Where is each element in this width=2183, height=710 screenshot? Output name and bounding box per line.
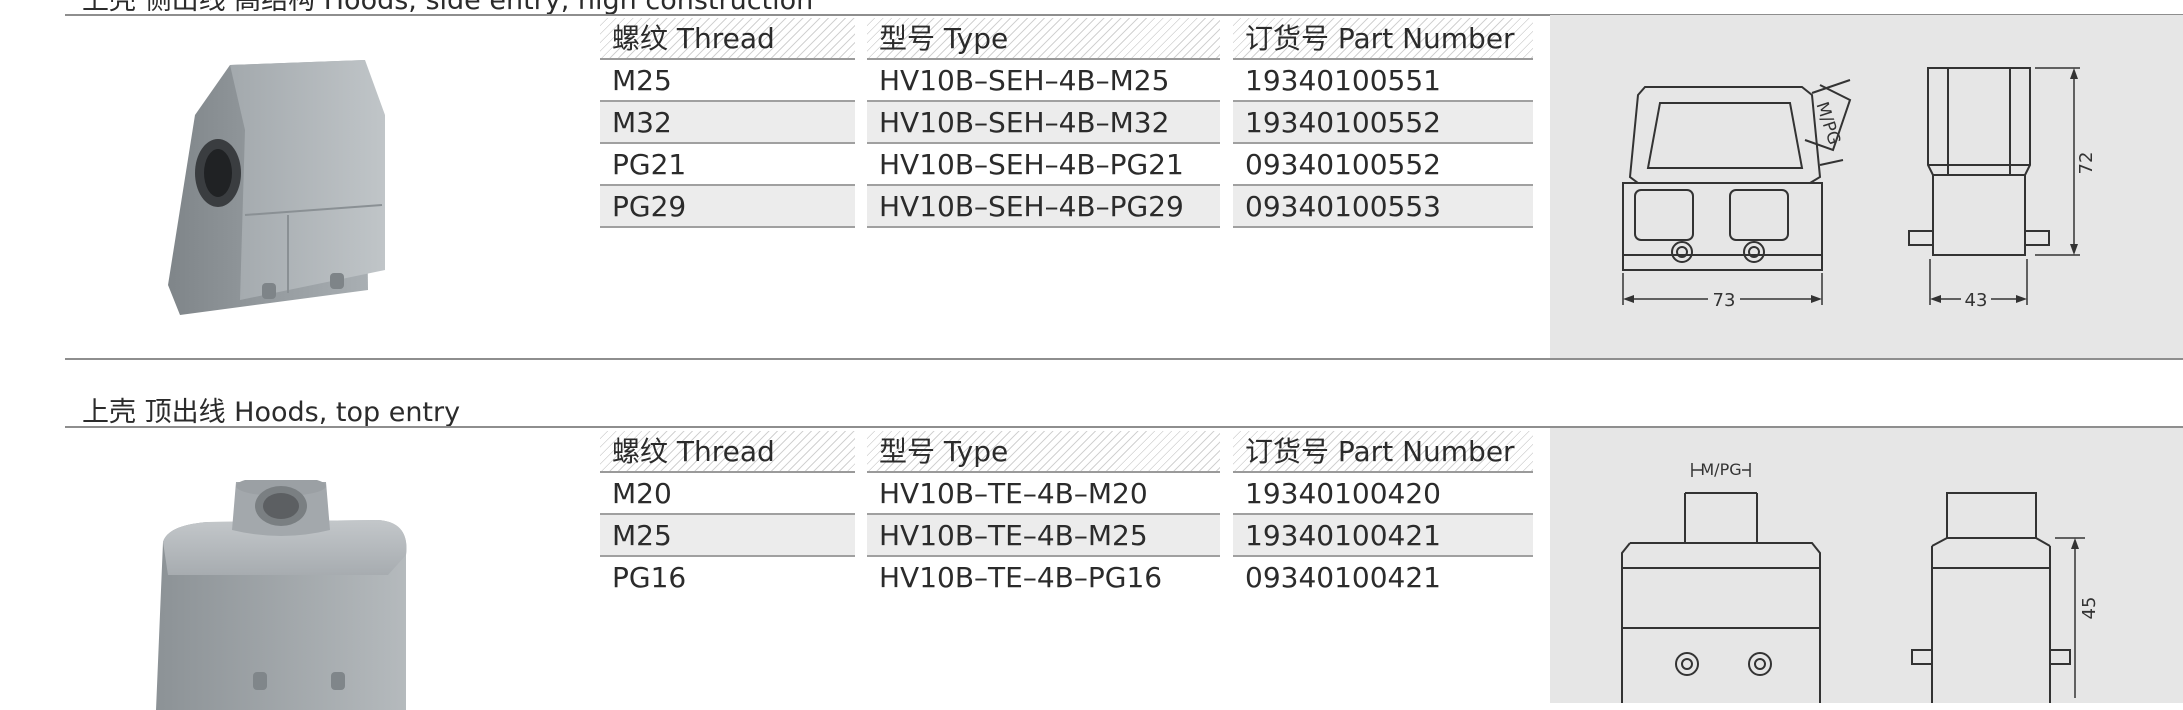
header-thread: 螺纹 Thread <box>600 431 855 473</box>
table-row-type: HV10B–SEH–4B–PG21 <box>867 144 1220 186</box>
table-row-thread: PG21 <box>600 144 855 186</box>
dimension-drawing: M/PG 45 <box>1621 460 2100 703</box>
table-row-part: 09340100553 <box>1233 186 1533 228</box>
dim-height: 45 <box>2079 597 2100 620</box>
table-row-part: 19340100421 <box>1233 515 1533 557</box>
header-type: 型号 Type <box>867 431 1220 473</box>
table-row-type: HV10B–TE–4B–M20 <box>867 473 1220 515</box>
table-row-part: 19340100420 <box>1233 473 1533 515</box>
top-entry-hood-photo <box>156 480 407 710</box>
dim-height: 72 <box>2076 152 2097 175</box>
table-row-thread: M20 <box>600 473 855 515</box>
table-row-part: 19340100552 <box>1233 102 1533 144</box>
table-row-type: HV10B–TE–4B–M25 <box>867 515 1220 557</box>
header-type: 型号 Type <box>867 18 1220 60</box>
header-thread: 螺纹 Thread <box>600 18 855 60</box>
section-divider <box>65 358 2183 360</box>
table-row-part: 09340100421 <box>1245 561 1441 594</box>
side-entry-hood-photo <box>168 60 385 315</box>
table-row-part: 19340100551 <box>1233 60 1533 102</box>
technical-drawing-side-entry: 73 43 72 M/PG <box>1550 15 2183 358</box>
header-part-number: 订货号 Part Number <box>1233 431 1533 473</box>
table-row-type: HV10B–SEH–4B–PG29 <box>867 186 1220 228</box>
table-row-thread: M25 <box>600 60 855 102</box>
table-row-thread: M25 <box>600 515 855 557</box>
table-row-thread: PG16 <box>612 561 687 594</box>
technical-drawing-top-entry: M/PG 45 <box>1550 428 2183 703</box>
thread-label: M/PG <box>1700 460 1741 479</box>
table-row-part: 09340100552 <box>1233 144 1533 186</box>
table-row-type: HV10B–SEH–4B–M32 <box>867 102 1220 144</box>
dimension-drawing: 73 43 72 M/PG <box>1622 67 2097 311</box>
section-title-top-entry: 上壳 顶出线 Hoods, top entry <box>82 397 461 428</box>
table-row-type: HV10B–SEH–4B–M25 <box>867 60 1220 102</box>
table-row-type: HV10B–TE–4B–PG16 <box>879 561 1163 594</box>
dim-width-front: 73 <box>1713 290 1736 311</box>
table-row-thread: PG29 <box>600 186 855 228</box>
table-row-thread: M32 <box>600 102 855 144</box>
dim-width-side: 43 <box>1965 290 1988 311</box>
header-part-number: 订货号 Part Number <box>1233 18 1533 60</box>
